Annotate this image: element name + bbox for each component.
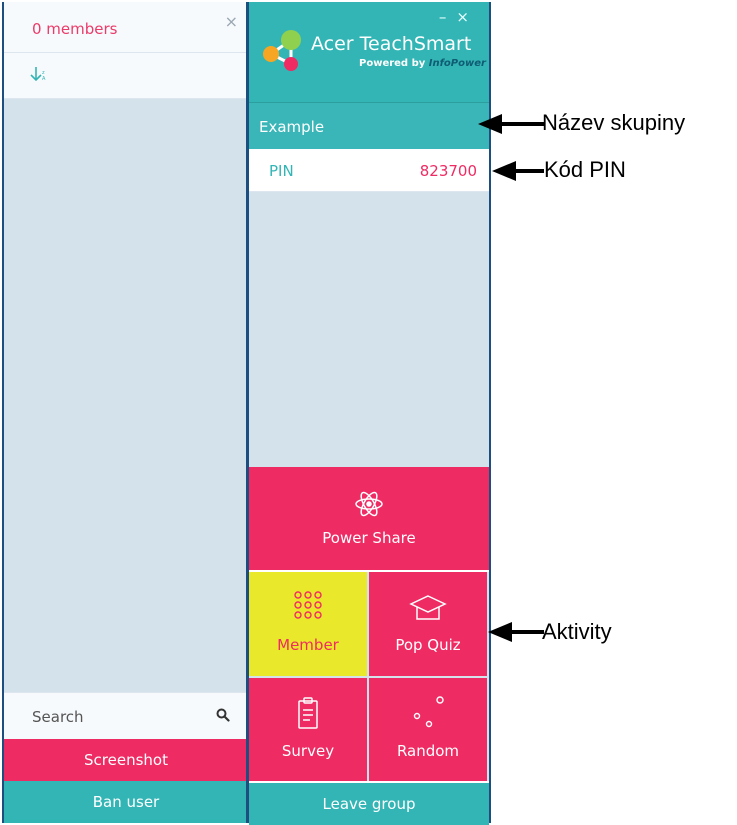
close-icon[interactable]: × xyxy=(225,12,238,31)
leave-group-button[interactable]: Leave group xyxy=(249,781,489,825)
clipboard-icon xyxy=(298,697,318,729)
power-share-label: Power Share xyxy=(322,529,416,547)
group-name-row: Example xyxy=(249,103,489,149)
survey-button[interactable]: Survey xyxy=(249,678,367,782)
member-label: Member xyxy=(277,636,339,654)
atom-icon xyxy=(355,491,383,517)
callout-arrow-activities xyxy=(488,622,544,642)
pin-row: PIN 823700 xyxy=(249,149,489,192)
members-header: 0 members × xyxy=(4,2,248,53)
member-grid-icon xyxy=(294,591,322,619)
teachsmart-logo-icon xyxy=(263,30,301,71)
window-controls: –× xyxy=(439,8,479,26)
member-list xyxy=(4,99,248,692)
pin-label: PIN xyxy=(269,162,294,180)
member-button[interactable]: Member xyxy=(249,572,367,676)
power-share-button[interactable]: Power Share xyxy=(249,467,489,572)
callout-pin: Kód PIN xyxy=(544,157,626,182)
app-title: Acer TeachSmart xyxy=(311,33,472,55)
powered-by-text: Powered by xyxy=(359,58,429,69)
pop-quiz-button[interactable]: Pop Quiz xyxy=(369,572,487,676)
survey-label: Survey xyxy=(281,742,335,760)
group-panel: –× Acer TeachSmart Powered by InfoPower … xyxy=(249,2,491,825)
callout-group-name: Název skupiny xyxy=(542,110,686,135)
minimize-icon[interactable]: – xyxy=(439,8,457,26)
random-dots-icon xyxy=(413,696,444,728)
svg-text:A: A xyxy=(42,76,46,82)
sort-az-icon[interactable]: z A xyxy=(30,65,48,83)
search-label: Search xyxy=(32,708,84,726)
random-label: Random xyxy=(396,742,460,760)
pop-quiz-label: Pop Quiz xyxy=(395,636,461,654)
search-icon[interactable] xyxy=(216,708,230,722)
callout-arrow-group xyxy=(478,114,544,134)
sort-bar: z A xyxy=(4,53,248,99)
members-count: 0 members xyxy=(32,20,118,38)
infopower-brand: InfoPower xyxy=(428,58,486,69)
brand-header: –× Acer TeachSmart Powered by InfoPower xyxy=(249,2,489,103)
powered-by: Powered by InfoPower xyxy=(359,58,486,69)
search-input[interactable]: Search xyxy=(4,692,248,740)
ban-user-button[interactable]: Ban user xyxy=(4,781,248,823)
graduation-cap-icon xyxy=(409,595,447,620)
close-window-icon[interactable]: × xyxy=(456,8,479,26)
callout-activities: Aktivity xyxy=(542,619,612,644)
pin-code: 823700 xyxy=(419,162,477,180)
group-name: Example xyxy=(259,118,325,136)
random-button[interactable]: Random xyxy=(369,678,487,782)
members-panel: 0 members × z A Search Screenshot Ban us… xyxy=(2,2,248,823)
screenshot-button[interactable]: Screenshot xyxy=(4,739,248,781)
callout-arrow-pin xyxy=(492,161,544,181)
